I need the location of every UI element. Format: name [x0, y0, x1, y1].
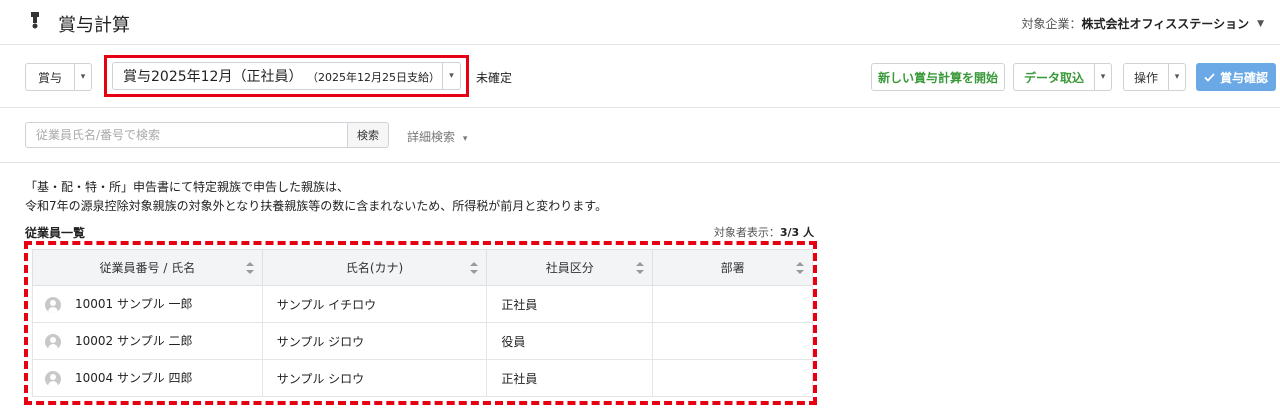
cell-dept: [652, 285, 813, 323]
confirm-bonus-label: 賞与確認: [1219, 70, 1268, 85]
employee-table: 従業員番号 / 氏名 氏名(カナ) 社員区分 部署 10001 サンプル 一郎 …: [32, 249, 813, 397]
chevron-down-icon[interactable]: ▾: [442, 63, 460, 89]
table-row[interactable]: 10004 サンプル 四郎 サンプル シロウ 正社員: [32, 359, 813, 397]
toolbar: 賞与 ▾ 賞与2025年12月（正社員） （2025年12月25日支給） ▾ 未確…: [0, 46, 1280, 108]
type-select[interactable]: 賞与 ▾: [25, 63, 92, 91]
company-name: 株式会社オフィスステーション: [1081, 17, 1250, 31]
advanced-search-toggle[interactable]: 詳細検索 ▾: [407, 128, 467, 145]
page-title: 賞与計算: [58, 15, 130, 36]
chevron-down-icon[interactable]: ▾: [74, 63, 92, 91]
chevron-down-icon: ▼: [1257, 18, 1264, 29]
search-button[interactable]: 検索: [347, 122, 389, 148]
period-select[interactable]: 賞与2025年12月（正社員） （2025年12月25日支給） ▾: [112, 62, 461, 90]
notice-line-1: 「基・配・特・所」申告書にて特定親族で申告した親族は、: [25, 180, 350, 194]
cell-id-name[interactable]: 10002 サンプル 二郎: [32, 322, 263, 360]
notice-line-2: 令和7年の源泉控除対象親族の対象外となり扶養親族等の数に含まれないため、所得税が…: [25, 199, 608, 213]
type-select-label[interactable]: 賞与: [25, 63, 74, 91]
cell-type: 役員: [486, 322, 654, 360]
chevron-down-icon[interactable]: ▾: [1168, 63, 1186, 91]
new-bonus-calc-button[interactable]: 新しい賞与計算を開始: [871, 63, 1005, 91]
cell-id-name[interactable]: 10004 サンプル 四郎: [32, 359, 263, 397]
status-text: 未確定: [476, 71, 513, 85]
chevron-down-icon[interactable]: ▾: [1094, 63, 1112, 91]
cell-id-name[interactable]: 10001 サンプル 一郎: [32, 285, 263, 323]
import-button[interactable]: データ取込: [1013, 63, 1094, 91]
employee-count-value: 3/3 人: [779, 226, 814, 239]
advanced-search-label: 詳細検索: [407, 130, 456, 144]
table-row[interactable]: 10002 サンプル 二郎 サンプル ジロウ 役員: [32, 322, 813, 360]
page-header: 賞与計算 対象企業： 株式会社オフィスステーション ▼: [0, 0, 1280, 45]
search-input[interactable]: [25, 122, 348, 148]
column-header-type[interactable]: 社員区分: [486, 249, 654, 286]
search-row: 検索 詳細検索 ▾: [0, 109, 1280, 163]
period-sub-label: （2025年12月25日支給）: [312, 71, 440, 84]
cell-kana: サンプル シロウ: [261, 359, 488, 397]
sort-icon[interactable]: [796, 261, 804, 275]
avatar-icon: [45, 333, 61, 350]
period-label: 賞与2025年12月（正社員）: [123, 69, 303, 85]
import-button-group: データ取込 ▾: [1013, 63, 1112, 91]
avatar-icon: [45, 296, 61, 313]
operation-button[interactable]: 操作: [1123, 63, 1168, 91]
cell-dept: [652, 359, 813, 397]
title-icon: [31, 12, 39, 29]
column-header-dept[interactable]: 部署: [652, 249, 813, 286]
company-label: 対象企業：: [1021, 17, 1082, 31]
chevron-down-icon: ▾: [462, 134, 468, 144]
column-header-id-name[interactable]: 従業員番号 / 氏名: [32, 249, 263, 286]
cell-kana: サンプル イチロウ: [261, 285, 488, 323]
employee-count-label: 対象者表示：: [713, 226, 780, 239]
cell-type: 正社員: [486, 359, 654, 397]
confirm-bonus-button[interactable]: 賞与確認: [1196, 63, 1276, 91]
column-header-kana[interactable]: 氏名(カナ): [261, 249, 488, 286]
sort-icon[interactable]: [470, 261, 479, 275]
company-selector[interactable]: 対象企業： 株式会社オフィスステーション ▼: [1022, 15, 1264, 32]
operation-button-group: 操作 ▾: [1123, 63, 1186, 91]
cell-dept: [652, 322, 813, 360]
period-select-highlight: 賞与2025年12月（正社員） （2025年12月25日支給） ▾: [104, 55, 469, 97]
table-header-row: 従業員番号 / 氏名 氏名(カナ) 社員区分 部署: [32, 249, 813, 286]
sort-icon[interactable]: [245, 261, 254, 275]
table-row[interactable]: 10001 サンプル 一郎 サンプル イチロウ 正社員: [32, 285, 813, 323]
employee-count: 対象者表示：3/3 人: [714, 224, 814, 240]
avatar-icon: [45, 370, 61, 387]
sort-icon[interactable]: [636, 261, 645, 275]
cell-type: 正社員: [486, 285, 654, 323]
cell-kana: サンプル ジロウ: [261, 322, 488, 360]
employee-table-highlight: 従業員番号 / 氏名 氏名(カナ) 社員区分 部署 10001 サンプル 一郎 …: [24, 241, 817, 405]
employee-list-title: 従業員一覧: [25, 226, 86, 240]
notice-text: 「基・配・特・所」申告書にて特定親族で申告した親族は、 令和7年の源泉控除対象親…: [25, 178, 607, 216]
check-icon: [1204, 72, 1215, 82]
